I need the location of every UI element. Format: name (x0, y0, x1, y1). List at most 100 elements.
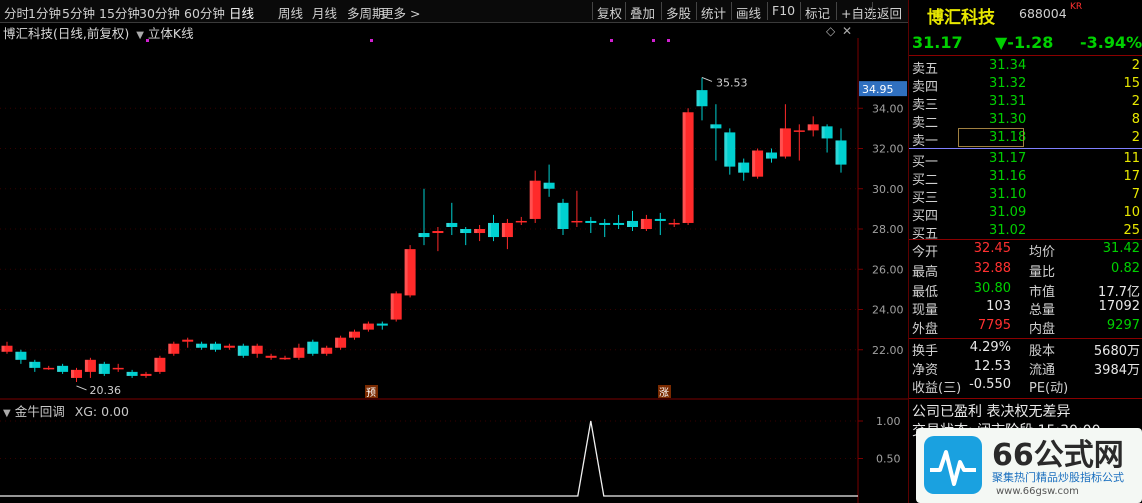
indicator-line (0, 420, 858, 497)
stat-value: 32.45 (973, 241, 1011, 256)
candle[interactable] (640, 214, 652, 232)
candle[interactable] (390, 291, 402, 322)
candle[interactable] (557, 198, 569, 236)
toolbar-button-6[interactable]: 标记 (805, 3, 830, 22)
candle[interactable] (488, 214, 499, 242)
candle-shade (321, 347, 325, 354)
candle-body (571, 220, 583, 223)
tab-8[interactable]: 月线 (312, 3, 337, 22)
stat-label: 收益(三) (912, 381, 962, 396)
candle[interactable] (724, 128, 736, 175)
candle[interactable] (57, 363, 69, 374)
candle[interactable] (196, 341, 208, 350)
candle[interactable] (613, 214, 625, 229)
candle[interactable] (376, 321, 388, 330)
toolbar-button-4[interactable]: 画线 (736, 3, 761, 22)
candle[interactable] (627, 210, 638, 232)
stat-value: 32.88 (973, 261, 1011, 276)
order-book-sell-row: 卖一 31.18 2 (909, 129, 1142, 149)
tab-2[interactable]: 5分钟 (62, 3, 95, 22)
candle[interactable] (154, 355, 166, 374)
candle[interactable] (501, 218, 513, 250)
candle[interactable] (682, 108, 694, 225)
chart-collapse-icon[interactable]: ◇ (826, 24, 835, 38)
candle[interactable] (182, 337, 194, 348)
tab-5[interactable]: 60分钟 (184, 3, 225, 22)
candle[interactable] (98, 361, 110, 376)
candle[interactable] (307, 339, 319, 356)
tab-4[interactable]: 30分钟 (139, 3, 180, 22)
tab-7[interactable]: 周线 (278, 3, 303, 22)
forecast-badge-label: 预 (366, 387, 376, 399)
candle[interactable] (599, 218, 611, 238)
stat-label: 净资 (912, 363, 939, 378)
candle[interactable] (293, 343, 305, 360)
candle[interactable] (237, 343, 249, 358)
chart-close-icon[interactable]: ✕ (842, 24, 852, 38)
candle[interactable] (696, 77, 708, 121)
candle[interactable] (279, 355, 291, 360)
candle[interactable] (474, 224, 486, 242)
toolbar-button-1[interactable]: 叠加 (630, 3, 655, 22)
candle-shade (557, 202, 561, 229)
candle[interactable] (446, 202, 458, 236)
candle[interactable] (793, 124, 805, 161)
candle[interactable] (251, 343, 263, 358)
candle[interactable] (362, 321, 374, 332)
candle[interactable] (15, 349, 27, 364)
candle[interactable] (404, 245, 416, 298)
candle[interactable] (418, 188, 430, 246)
candle[interactable] (112, 363, 124, 372)
candle[interactable] (654, 212, 666, 236)
candle[interactable] (807, 116, 819, 137)
order-book-sell-row: 卖二 31.30 8 (909, 111, 1142, 131)
candle[interactable] (321, 345, 333, 356)
candle[interactable] (140, 371, 152, 378)
candle[interactable] (432, 226, 444, 252)
toolbar-button-5[interactable]: F10 (772, 3, 795, 18)
tab-10[interactable]: 更多 > (381, 3, 420, 22)
stat-label: 外盘 (912, 322, 939, 337)
candle-shade (15, 351, 19, 360)
candle[interactable] (349, 329, 360, 340)
indicator-chart[interactable]: 1.00 0.50 (0, 400, 908, 503)
candle-shade (251, 345, 255, 354)
candle[interactable] (585, 216, 597, 234)
candle[interactable] (529, 170, 541, 223)
candle[interactable] (71, 367, 82, 382)
candle[interactable] (738, 158, 750, 181)
candle[interactable] (460, 226, 472, 246)
candle[interactable] (515, 216, 527, 225)
high-marker-label: 35.53 (716, 76, 748, 89)
candle[interactable] (168, 341, 180, 356)
toolbar-button-0[interactable]: 复权 (597, 3, 622, 22)
tab-3[interactable]: 15分钟 (99, 3, 140, 22)
candle[interactable] (29, 359, 41, 372)
tab-6[interactable]: 日线 (229, 3, 254, 22)
candle[interactable] (710, 104, 722, 161)
candle[interactable] (571, 190, 583, 227)
tab-1[interactable]: 1分钟 (28, 3, 61, 22)
candle-shade (404, 249, 408, 296)
tab-9[interactable]: 多周期 (347, 3, 385, 22)
candlestick-chart[interactable]: 34.00 32.00 30.00 28.00 26.00 24.00 22.00 34.95… (0, 38, 908, 400)
candle[interactable] (223, 343, 235, 350)
toolbar-button-3[interactable]: 统计 (701, 3, 726, 22)
toolbar-button-2[interactable]: 多股 (666, 3, 691, 22)
candle[interactable] (779, 104, 791, 159)
candle[interactable] (543, 164, 555, 197)
candle[interactable] (668, 218, 680, 227)
candle-body (279, 357, 291, 360)
candle[interactable] (84, 357, 96, 378)
candle[interactable] (766, 148, 777, 163)
candle[interactable] (335, 335, 347, 350)
tab-0[interactable]: 分时 (4, 3, 29, 22)
candle[interactable] (126, 369, 138, 378)
candle[interactable] (210, 341, 221, 352)
candle[interactable] (43, 365, 55, 370)
toolbar-button-8[interactable]: 返回 (877, 3, 902, 22)
candle[interactable] (752, 148, 764, 179)
candle[interactable] (1, 341, 13, 354)
candle[interactable] (265, 353, 277, 360)
candle[interactable] (835, 128, 847, 173)
